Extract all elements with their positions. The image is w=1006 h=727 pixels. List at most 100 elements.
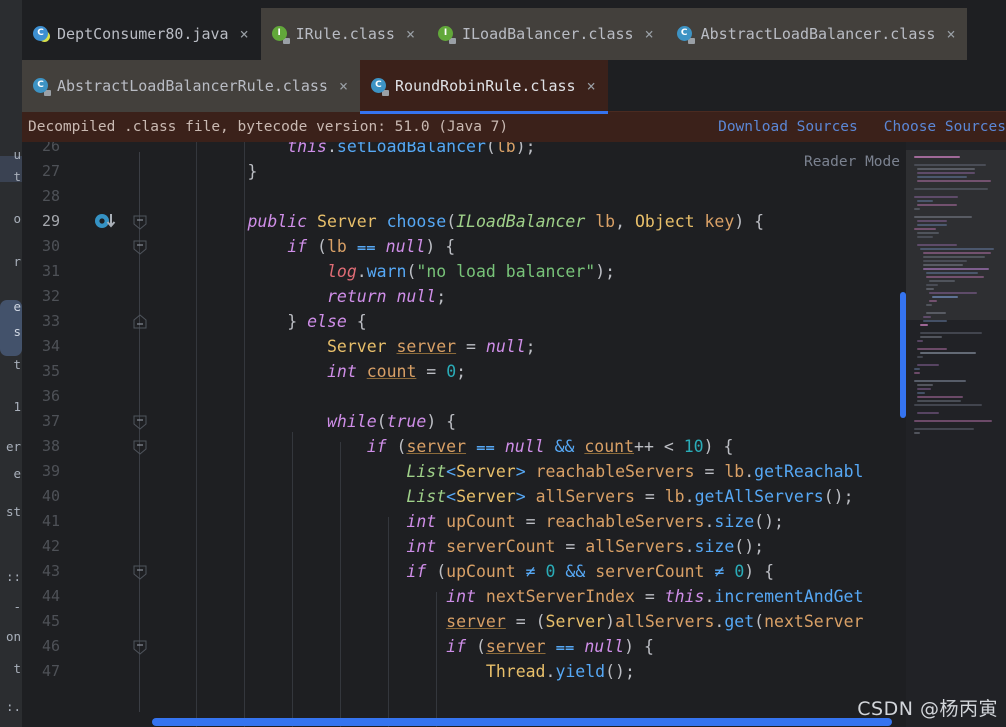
- minimap-line: [917, 392, 925, 394]
- code-editor[interactable]: this.setLoadBalancer(lb); } public Serve…: [22, 142, 1006, 727]
- minimap-line: [914, 368, 920, 370]
- choose-sources-link[interactable]: Choose Sources: [884, 119, 1006, 135]
- tab-label: IRule.class: [295, 25, 395, 43]
- minimap-line: [923, 268, 989, 270]
- minimap-line: [914, 196, 958, 198]
- tab-close-icon[interactable]: ×: [587, 78, 596, 94]
- minimap-line: [917, 348, 947, 350]
- left-panel-item[interactable]: r: [13, 255, 21, 269]
- download-sources-link[interactable]: Download Sources: [718, 119, 858, 135]
- left-panel-item[interactable]: er: [6, 440, 21, 454]
- left-panel-item[interactable]: o: [13, 212, 21, 226]
- line-number: 28: [41, 187, 60, 205]
- left-panel-item[interactable]: ::: [6, 570, 21, 584]
- code-fold-toggle[interactable]: [132, 239, 148, 255]
- tab-close-icon[interactable]: ×: [645, 26, 654, 42]
- tab-label: RoundRobinRule.class: [394, 77, 576, 95]
- tab-close-icon[interactable]: ×: [240, 26, 249, 42]
- java-file-icon: C: [33, 25, 50, 43]
- minimap-line: [926, 304, 932, 306]
- notification-message: Decompiled .class file, bytecode version…: [28, 119, 509, 135]
- left-panel-item[interactable]: t: [13, 662, 21, 676]
- vertical-scrollbar[interactable]: [900, 292, 906, 418]
- code-line: int serverCount = allServers.size();: [406, 537, 765, 556]
- indent-guide: [388, 517, 389, 727]
- tab-label: AbstractLoadBalancer.class: [700, 25, 936, 43]
- tab-label: ILoadBalancer.class: [462, 25, 634, 43]
- left-panel-item[interactable]: st: [6, 505, 21, 519]
- minimap-line: [917, 396, 963, 398]
- editor-tab-irule-class[interactable]: I IRule.class ×: [260, 8, 427, 60]
- code-fold-toggle[interactable]: [132, 564, 148, 580]
- minimap-line: [926, 272, 978, 274]
- code-fold-toggle[interactable]: [132, 214, 148, 230]
- left-tool-panel-clipped[interactable]: u t o r e s t 1 er e st:: - on t:.: [0, 0, 22, 727]
- horizontal-scrollbar[interactable]: [152, 718, 892, 726]
- code-fold-toggle[interactable]: [132, 414, 148, 430]
- line-number: 43: [41, 562, 60, 580]
- minimap-line: [917, 176, 967, 178]
- minimap-line: [917, 220, 947, 222]
- minimap-line: [920, 324, 928, 326]
- line-number: 39: [41, 462, 60, 480]
- minimap-line: [914, 228, 936, 230]
- override-method-icon[interactable]: [94, 212, 120, 232]
- code-minimap[interactable]: [906, 142, 1006, 727]
- line-number: 35: [41, 362, 60, 380]
- line-number: 33: [41, 312, 60, 330]
- editor-tab-abstractloadbalancerrule-class[interactable]: C AbstractLoadBalancerRule.class ×: [22, 60, 360, 112]
- code-line: List<Server> allServers = lb.getAllServe…: [406, 487, 854, 506]
- editor-tab-iloadbalancer-class[interactable]: I ILoadBalancer.class ×: [427, 8, 666, 60]
- code-fold-toggle[interactable]: [132, 439, 148, 455]
- minimap-line: [923, 256, 985, 258]
- minimap-line: [917, 244, 957, 246]
- left-panel-item[interactable]: 1: [13, 400, 21, 414]
- left-panel-item[interactable]: on: [6, 630, 21, 644]
- code-line: if (server ⩵ null) {: [446, 637, 654, 656]
- code-fold-toggle[interactable]: [132, 639, 148, 655]
- left-panel-item[interactable]: :.: [6, 700, 21, 714]
- indent-guide: [436, 592, 437, 727]
- code-content[interactable]: this.setLoadBalancer(lb); } public Serve…: [22, 142, 1006, 727]
- decompiled-notification-bar: Decompiled .class file, bytecode version…: [22, 111, 1006, 142]
- line-number: 26: [41, 142, 60, 155]
- minimap-line: [917, 224, 947, 226]
- code-line: } else {: [168, 312, 367, 331]
- left-panel-item[interactable]: t: [13, 170, 21, 184]
- tab-close-icon[interactable]: ×: [946, 26, 955, 42]
- minimap-line: [914, 420, 992, 422]
- code-line: Server server = null;: [326, 337, 536, 356]
- minimap-line: [926, 284, 938, 286]
- minimap-line: [917, 384, 933, 386]
- minimap-line: [923, 320, 947, 322]
- minimap-line: [914, 428, 974, 430]
- left-panel-item[interactable]: t: [13, 358, 21, 372]
- minimap-line: [917, 400, 961, 402]
- minimap-line: [917, 364, 939, 366]
- code-line: if (server ⩵ null && count++ < 10) {: [366, 437, 734, 456]
- code-line: this.setLoadBalancer(lb);: [287, 142, 536, 156]
- left-panel-item[interactable]: u: [13, 148, 21, 162]
- code-fold-toggle[interactable]: [132, 314, 148, 330]
- editor-gutter[interactable]: 26 27 28 29 30 31 32 33 34 35 36 37 38 39 40 41 42 43 44 45…: [22, 142, 168, 727]
- left-panel-item[interactable]: e: [13, 467, 21, 481]
- indent-guide: [196, 142, 197, 727]
- minimap-line: [917, 236, 933, 238]
- editor-tab-abstractloadbalancer-class[interactable]: C AbstractLoadBalancer.class ×: [665, 8, 968, 60]
- left-panel-item[interactable]: e: [13, 300, 21, 314]
- editor-tab-roundrobinrule-class[interactable]: C RoundRobinRule.class ×: [359, 60, 608, 114]
- left-panel-item[interactable]: s: [13, 325, 21, 339]
- minimap-line: [920, 332, 982, 334]
- tab-label: DeptConsumer80.java: [57, 25, 229, 43]
- line-number: 29: [41, 212, 60, 230]
- minimap-line: [929, 300, 937, 302]
- code-line: if (upCount ≠ 0 && serverCount ≠ 0) {: [406, 562, 775, 581]
- left-panel-item[interactable]: -: [13, 600, 21, 614]
- tab-close-icon[interactable]: ×: [406, 26, 415, 42]
- minimap-line: [932, 296, 958, 298]
- tab-close-icon[interactable]: ×: [339, 78, 348, 94]
- minimap-line: [926, 312, 946, 314]
- watermark-text: CSDN @杨丙寅: [857, 698, 998, 720]
- editor-tab-deptconsumer80-java[interactable]: C DeptConsumer80.java ×: [22, 8, 261, 60]
- minimap-line: [914, 156, 960, 158]
